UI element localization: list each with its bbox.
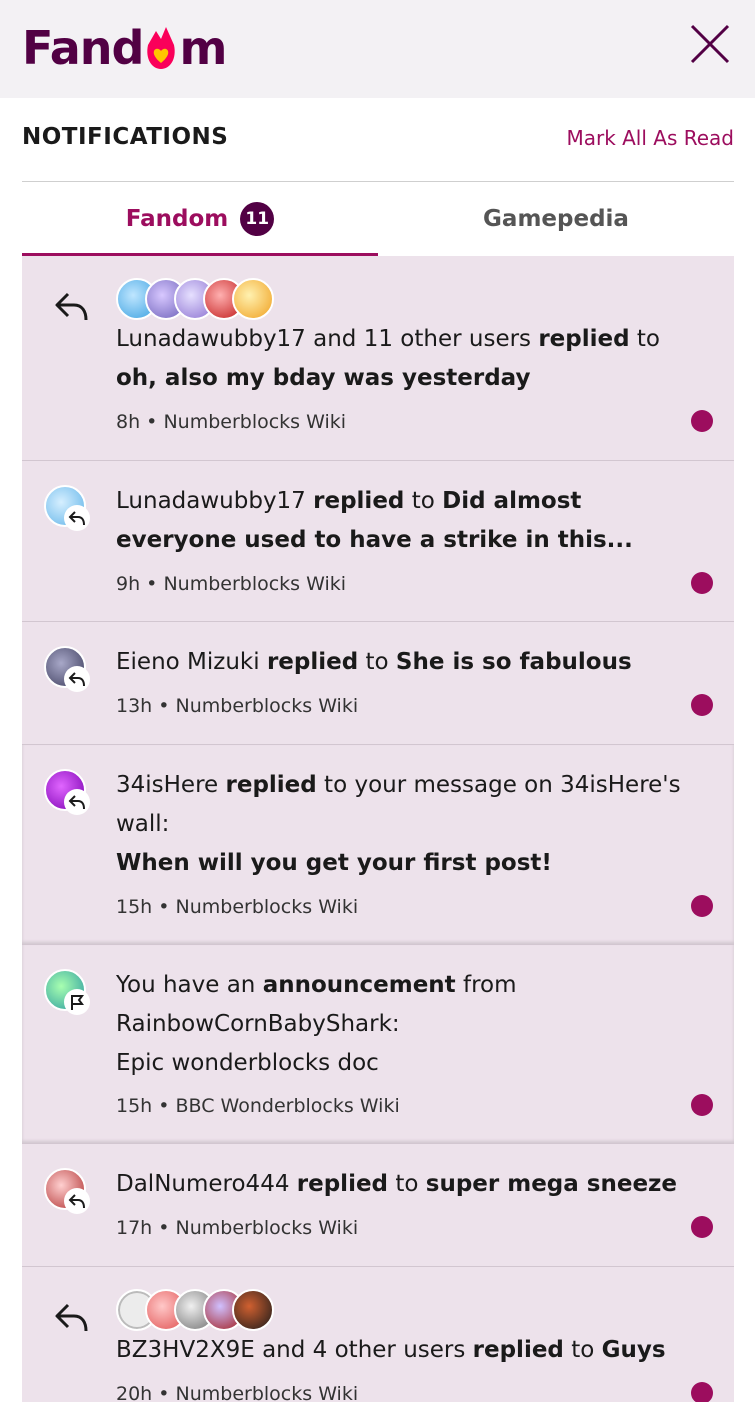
tab-fandom-label: Fandom xyxy=(125,206,229,232)
avatar xyxy=(44,969,90,1015)
avatar xyxy=(44,1168,90,1214)
unread-dot[interactable] xyxy=(691,1216,713,1238)
reply-icon xyxy=(55,292,88,321)
flag-icon xyxy=(71,995,84,1010)
notifications-panel: NOTIFICATIONS Mark All As Read Fandom 11… xyxy=(0,98,755,1402)
tab-gamepedia-label: Gamepedia xyxy=(483,206,629,232)
avatar xyxy=(232,278,274,320)
reply-badge xyxy=(64,666,90,692)
logo-text-prefix: Fand xyxy=(22,21,144,75)
notification-text: Eieno Mizuki replied to She is so fabulo… xyxy=(116,649,632,675)
avatar-group xyxy=(116,1289,274,1331)
notification-item[interactable]: DalNumero444 replied to super mega sneez… xyxy=(22,1144,734,1267)
notification-item[interactable]: Eieno Mizuki replied to She is so fabulo… xyxy=(22,622,734,745)
tab-bar: Fandom 11 Gamepedia xyxy=(22,182,734,256)
flag-badge xyxy=(64,989,90,1015)
unread-count-badge: 11 xyxy=(240,202,275,236)
page-title: NOTIFICATIONS xyxy=(22,124,229,150)
notification-meta: 9h • Numberblocks Wiki xyxy=(116,573,347,595)
heart-flame-icon xyxy=(147,27,176,69)
notification-list: Lunadawubby17 and 11 other users replied… xyxy=(22,256,734,1402)
notification-item[interactable]: You have an announcement from RainbowCor… xyxy=(22,945,734,1144)
tab-gamepedia[interactable]: Gamepedia xyxy=(378,182,734,256)
notification-item[interactable]: BZ3HV2X9E and 4 other users replied to G… xyxy=(22,1267,734,1402)
avatar-group xyxy=(116,278,274,320)
reply-badge xyxy=(64,505,90,531)
unread-dot[interactable] xyxy=(691,410,713,432)
reply-icon xyxy=(68,795,85,810)
notification-item[interactable]: Lunadawubby17 and 11 other users replied… xyxy=(22,256,734,461)
notification-meta: 20h • Numberblocks Wiki xyxy=(116,1383,359,1402)
reply-icon xyxy=(68,1194,85,1209)
tab-fandom[interactable]: Fandom 11 xyxy=(22,182,378,256)
mark-all-read-link[interactable]: Mark All As Read xyxy=(566,126,734,150)
notification-meta: 13h • Numberblocks Wiki xyxy=(116,695,359,717)
reply-badge xyxy=(64,789,90,815)
unread-dot[interactable] xyxy=(691,1094,713,1116)
notification-item[interactable]: 34isHere replied to your message on 34is… xyxy=(22,745,734,945)
unread-dot[interactable] xyxy=(691,694,713,716)
notification-text: You have an announcement from RainbowCor… xyxy=(116,972,517,1076)
avatar xyxy=(232,1289,274,1331)
unread-dot[interactable] xyxy=(691,895,713,917)
avatar xyxy=(44,485,90,531)
reply-badge xyxy=(64,1188,90,1214)
reply-icon xyxy=(68,511,85,526)
fandom-logo[interactable]: Fand m xyxy=(22,20,227,76)
notification-meta: 8h • Numberblocks Wiki xyxy=(116,411,347,433)
notification-text: DalNumero444 replied to super mega sneez… xyxy=(116,1171,678,1197)
reply-icon xyxy=(68,672,85,687)
notification-item[interactable]: Lunadawubby17 replied to Did almost ever… xyxy=(22,461,734,622)
top-bar: Fand m xyxy=(0,0,755,98)
notification-meta: 17h • Numberblocks Wiki xyxy=(116,1217,359,1239)
avatar xyxy=(44,646,90,692)
logo-text-suffix: m xyxy=(179,21,227,75)
notification-text: BZ3HV2X9E and 4 other users replied to G… xyxy=(116,1337,666,1363)
unread-dot[interactable] xyxy=(691,572,713,594)
notification-text: 34isHere replied to your message on 34is… xyxy=(116,772,681,876)
notification-meta: 15h • BBC Wonderblocks Wiki xyxy=(116,1095,400,1117)
notification-text: Lunadawubby17 and 11 other users replied… xyxy=(116,326,660,391)
unread-dot[interactable] xyxy=(691,1382,713,1402)
avatar xyxy=(44,769,90,815)
notification-meta: 15h • Numberblocks Wiki xyxy=(116,896,359,918)
reply-icon xyxy=(55,1303,88,1332)
close-icon[interactable] xyxy=(686,22,734,66)
notification-text: Lunadawubby17 replied to Did almost ever… xyxy=(116,488,633,553)
